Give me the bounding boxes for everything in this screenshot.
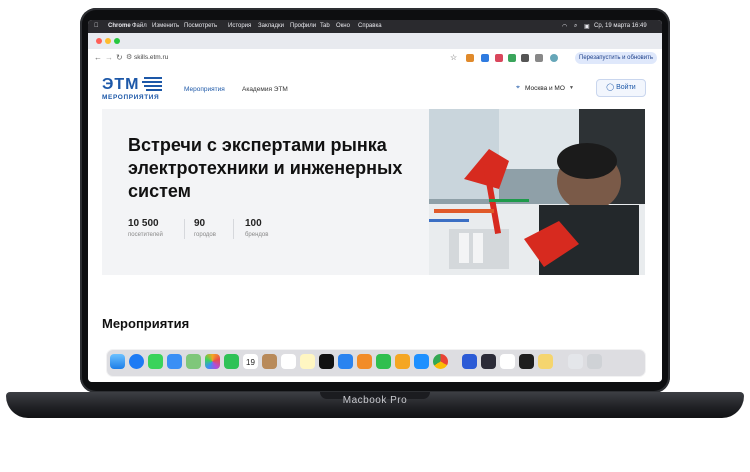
keynote-icon[interactable] (338, 354, 353, 369)
apple-icon[interactable]:  (94, 23, 99, 29)
safari-icon[interactable] (129, 354, 144, 369)
stat-divider (184, 219, 185, 239)
hero-photo-workshop (429, 109, 645, 275)
menu-item[interactable]: Tab (320, 23, 330, 29)
chrome-icon[interactable] (433, 354, 448, 369)
logo-stripes-icon (142, 77, 162, 91)
stat-visitors-label: посетителей (128, 232, 163, 238)
menu-item[interactable]: Профили (290, 23, 316, 29)
menu-item[interactable]: Справка (358, 23, 382, 29)
app-store-icon[interactable] (414, 354, 429, 369)
stat-cities-label: городов (194, 232, 216, 238)
reminders-icon[interactable] (281, 354, 296, 369)
forward-icon[interactable]: → (105, 53, 113, 62)
stat-brands-value: 100 (245, 218, 262, 229)
menu-item[interactable]: Файл (132, 23, 147, 29)
app3-icon[interactable] (538, 354, 553, 369)
extension-icon[interactable] (495, 54, 503, 62)
chevron-down-icon: ▼ (569, 85, 574, 91)
close-window-button[interactable] (96, 38, 102, 44)
extension-icon[interactable] (481, 54, 489, 62)
stat-brands-label: брендов (245, 232, 269, 238)
search-icon[interactable]: ⌕ (574, 23, 577, 30)
extensions-puzzle-icon[interactable] (521, 54, 529, 62)
x-icon[interactable] (462, 354, 477, 369)
control-center-icon[interactable]: ▣ (584, 23, 590, 30)
messages-icon[interactable] (148, 354, 163, 369)
app2-icon[interactable] (481, 354, 496, 369)
photos-icon[interactable] (205, 354, 220, 369)
menu-item[interactable]: Изменить (152, 23, 179, 29)
hero-title: Встречи с экспертами рынка электротехник… (128, 135, 403, 201)
extension-icon[interactable] (508, 54, 516, 62)
datetime[interactable]: Ср, 19 марта 16:49 (594, 23, 647, 29)
login-button[interactable]: ◯ Войти (596, 79, 646, 97)
zoom-window-button[interactable] (114, 38, 120, 44)
login-label: Войти (616, 84, 636, 91)
screen:  Chrome Файл Изменить Посмотреть Истори… (88, 20, 662, 382)
back-icon[interactable]: ← (94, 53, 102, 62)
trash-icon[interactable] (587, 354, 602, 369)
facetime-icon[interactable] (224, 354, 239, 369)
yandex-icon[interactable] (500, 354, 515, 369)
numbers-icon[interactable] (376, 354, 391, 369)
nav-link-events[interactable]: Мероприятия (184, 86, 225, 93)
tv-icon[interactable] (319, 354, 334, 369)
maps-icon[interactable] (186, 354, 201, 369)
finder-icon[interactable] (110, 354, 125, 369)
menu-bar:  Chrome Файл Изменить Посмотреть Истори… (88, 20, 662, 33)
url-input[interactable]: skills.etm.ru (134, 54, 168, 61)
location-pin-icon: ⌖ (516, 84, 520, 91)
notes-icon[interactable] (300, 354, 315, 369)
contacts-icon[interactable] (262, 354, 277, 369)
menu-item[interactable]: Chrome (108, 23, 131, 29)
relaunch-update-button[interactable]: Перезапустить и обновить (575, 52, 657, 64)
nav-link-academy[interactable]: Академия ЭТМ (242, 86, 288, 93)
figma-icon[interactable] (519, 354, 534, 369)
menu-item[interactable]: Окно (336, 23, 350, 29)
menu-item[interactable]: Посмотреть (184, 23, 217, 29)
city-selector[interactable]: Москва и МО (525, 85, 565, 92)
menu-item[interactable]: История (228, 23, 251, 29)
sidebar-icon[interactable] (535, 54, 543, 62)
bookmark-star-icon[interactable]: ☆ (450, 53, 457, 62)
laptop-model-label: Macbook Pro (342, 395, 408, 406)
stat-divider (233, 219, 234, 239)
stat-cities-value: 90 (194, 218, 206, 229)
wifi-icon[interactable]: ◠ (562, 23, 567, 30)
logo-text[interactable]: ЭТМ (102, 76, 139, 94)
mail-icon[interactable] (167, 354, 182, 369)
logo-subtitle: МЕРОПРИЯТИЯ (102, 94, 160, 101)
pages2-icon[interactable] (395, 354, 410, 369)
user-icon: ◯ (606, 84, 615, 91)
minimize-window-button[interactable] (105, 38, 111, 44)
downloads-icon[interactable] (568, 354, 583, 369)
section-title-events: Мероприятия (102, 316, 190, 331)
profile-avatar[interactable] (550, 54, 558, 62)
stat-visitors-value: 10 500 (128, 218, 159, 229)
reload-icon[interactable]: ↻ (116, 53, 123, 62)
extension-icon[interactable] (466, 54, 474, 62)
calendar-icon[interactable]: 19 (243, 354, 258, 369)
menu-item[interactable]: Закладки (258, 23, 284, 29)
tab-bar (88, 33, 662, 49)
site-info-icon[interactable]: ⚙ (126, 53, 132, 61)
pages-icon[interactable] (357, 354, 372, 369)
